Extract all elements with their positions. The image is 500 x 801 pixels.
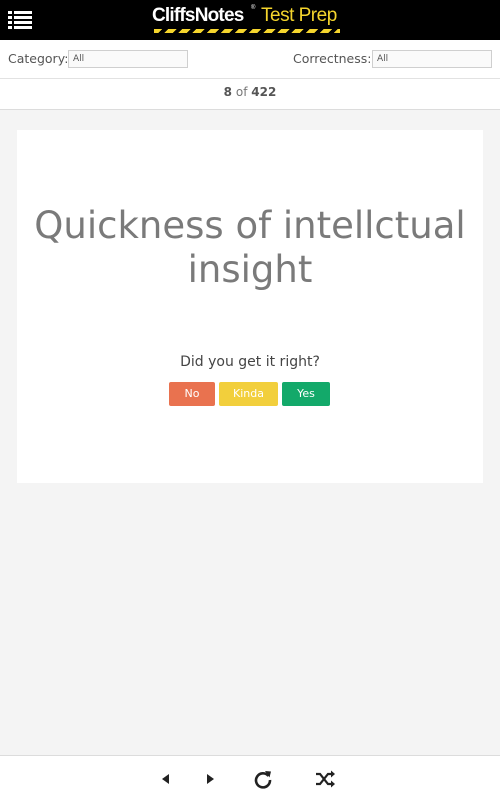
category-select-value: All xyxy=(73,54,85,64)
counter-total: 422 xyxy=(251,85,277,99)
card-counter: 8 of 422 xyxy=(0,79,500,110)
list-menu-icon xyxy=(8,11,32,29)
previous-icon xyxy=(162,774,169,784)
reload-icon xyxy=(254,771,272,789)
category-label: Category: xyxy=(8,51,69,66)
next-button[interactable] xyxy=(199,768,221,790)
reload-button[interactable] xyxy=(252,768,274,790)
category-select[interactable]: All xyxy=(68,50,188,68)
filter-bar: Category: All Correctness: All xyxy=(0,40,500,79)
menu-button[interactable] xyxy=(8,10,32,30)
flashcard-term: Quickness of intellctual insight xyxy=(34,204,466,291)
shuffle-button[interactable] xyxy=(314,768,336,790)
kinda-button[interactable]: Kinda xyxy=(219,382,278,406)
flashcard[interactable]: Quickness of intellctual insight Did you… xyxy=(17,130,483,483)
logo-brand-text: CliffsNotes xyxy=(152,5,244,26)
cliffsnotes-logo: CliffsNotes ® Test Prep xyxy=(152,5,342,35)
no-button[interactable]: No xyxy=(169,382,215,406)
yes-button[interactable]: Yes xyxy=(282,382,330,406)
logo-stripe xyxy=(154,29,340,33)
previous-button[interactable] xyxy=(155,768,177,790)
self-assessment-question: Did you get it right? xyxy=(180,354,320,370)
next-icon xyxy=(207,774,214,784)
correctness-label: Correctness: xyxy=(293,51,372,66)
counter-current: 8 xyxy=(223,85,233,99)
correctness-select-value: All xyxy=(377,54,389,64)
shuffle-icon xyxy=(316,770,335,788)
correctness-select[interactable]: All xyxy=(372,50,492,68)
counter-separator: of xyxy=(235,85,248,99)
app-header: CliffsNotes ® Test Prep xyxy=(0,0,500,40)
logo-product-text: Test Prep xyxy=(261,5,337,26)
bottom-navigation xyxy=(0,755,500,801)
logo-registered-mark: ® xyxy=(251,5,256,11)
